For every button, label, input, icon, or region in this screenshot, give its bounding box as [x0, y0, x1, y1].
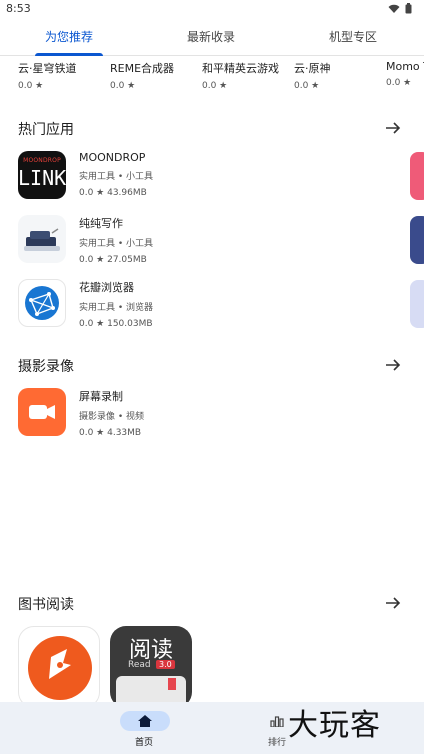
app-category: 摄影录像 • 视频 [79, 412, 145, 422]
section-title-books: 图书阅读 [18, 597, 74, 613]
app-name: REME合成器 [110, 62, 175, 75]
app-name: MOONDROP [79, 151, 146, 164]
version-badge: 3.0 [156, 660, 175, 669]
list-item[interactable]: 花瓣浏览器 实用工具 • 浏览器 0.0 ★ 150.03MB [18, 279, 318, 331]
side-card-pink[interactable] [410, 152, 424, 200]
app-meta: 0.0 ★ 4.33MB [79, 428, 142, 438]
top-app-row: 云·星穹铁道 0.0 ★ REME合成器 0.0 ★ 和平精英云游戏 0.0 ★… [0, 60, 424, 96]
app-meta: 0.0 ★ 43.96MB [79, 188, 147, 198]
tab-latest[interactable]: 最新收录 [156, 28, 266, 45]
arrow-right-icon[interactable] [384, 119, 402, 137]
app-name: 和平精英云游戏 [202, 62, 279, 75]
app-text: 纯纯写作 实用工具 • 小工具 0.0 ★ 27.05MB [79, 215, 153, 265]
list-item[interactable]: REME合成器 0.0 ★ [110, 60, 200, 91]
icon-text: 阅读 [128, 638, 173, 663]
arrow-right-icon[interactable] [384, 594, 402, 612]
app-name: Momo T [386, 60, 424, 73]
list-item[interactable]: 云·星穹铁道 0.0 ★ [18, 60, 108, 91]
app-rating: 0.0 ★ [18, 81, 44, 91]
globe-browser-icon [18, 279, 66, 327]
status-time: 8:53 [6, 2, 31, 15]
app-rating: 0.0 ★ [294, 81, 320, 91]
app-rating: 0.0 ★ [202, 81, 228, 91]
icon-text: MOONDROP [23, 157, 61, 164]
status-icons [388, 3, 412, 14]
app-rating: 0.0 ★ [386, 78, 412, 88]
icon-text: LINK [18, 166, 66, 190]
list-item[interactable]: 纯纯写作 实用工具 • 小工具 0.0 ★ 27.05MB [18, 215, 318, 267]
arrow-right-icon[interactable] [384, 356, 402, 374]
app-text: 花瓣浏览器 实用工具 • 浏览器 0.0 ★ 150.03MB [79, 279, 153, 329]
bookmark-icon [168, 678, 176, 690]
orange-reader-icon[interactable] [18, 626, 100, 708]
list-item[interactable]: 云·原神 0.0 ★ [294, 60, 384, 91]
app-name: 花瓣浏览器 [79, 281, 134, 294]
side-card-navy[interactable] [410, 216, 424, 264]
app-name: 纯纯写作 [79, 217, 123, 230]
video-camera-icon [18, 388, 66, 436]
tab-recommended[interactable]: 为您推荐 [14, 28, 124, 45]
section-title-hot: 热门应用 [18, 122, 74, 138]
tab-indicator [35, 53, 103, 56]
typewriter-icon [18, 215, 66, 263]
list-item[interactable]: MOONDROP LINK MOONDROP 实用工具 • 小工具 0.0 ★ … [18, 151, 318, 203]
app-name: 云·原神 [294, 62, 331, 75]
app-category: 实用工具 • 小工具 [79, 172, 154, 182]
app-category: 实用工具 • 浏览器 [79, 303, 154, 313]
icon-subtext: Read [128, 660, 151, 670]
app-rating: 0.0 ★ [110, 81, 136, 91]
tab-bar: 为您推荐 最新收录 机型专区 [0, 22, 424, 56]
app-meta: 0.0 ★ 27.05MB [79, 255, 147, 265]
list-item[interactable]: 屏幕录制 摄影录像 • 视频 0.0 ★ 4.33MB [18, 388, 318, 440]
nav-home-indicator[interactable] [120, 711, 170, 731]
list-item[interactable]: 和平精英云游戏 0.0 ★ [202, 60, 292, 91]
battery-icon [405, 3, 412, 14]
app-text: MOONDROP 实用工具 • 小工具 0.0 ★ 43.96MB [79, 151, 153, 198]
app-category: 实用工具 • 小工具 [79, 239, 154, 249]
app-meta: 0.0 ★ 150.03MB [79, 319, 153, 329]
home-icon [138, 715, 152, 727]
ranking-icon[interactable] [270, 715, 284, 727]
section-title-photo: 摄影录像 [18, 359, 74, 375]
read-icon[interactable]: 阅读 Read 3.0 [110, 626, 192, 708]
moondrop-link-icon: MOONDROP LINK [18, 151, 66, 199]
watermark: 大玩客 [288, 708, 381, 743]
app-name: 屏幕录制 [79, 390, 123, 403]
nav-home-label[interactable]: 首页 [135, 735, 153, 748]
app-text: 屏幕录制 摄影录像 • 视频 0.0 ★ 4.33MB [79, 388, 144, 438]
app-name: 云·星穹铁道 [18, 62, 77, 75]
list-item[interactable]: Momo T 0.0 ★ [386, 60, 424, 88]
status-bar: 8:53 [0, 0, 424, 20]
nav-rank-label[interactable]: 排行 [268, 735, 286, 748]
wifi-icon [388, 4, 400, 13]
tab-device-zone[interactable]: 机型专区 [298, 28, 408, 45]
side-card-lavender[interactable] [410, 280, 424, 328]
